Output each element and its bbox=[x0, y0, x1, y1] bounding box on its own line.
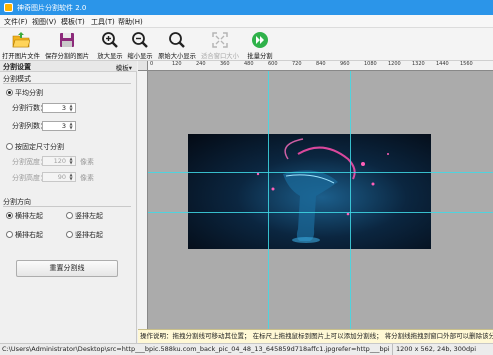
stepper-arrows-icon[interactable]: ▲ ▼ bbox=[68, 104, 74, 112]
dir-h-right-label: 横排右起 bbox=[15, 231, 43, 239]
save-disk-icon bbox=[60, 33, 74, 47]
open-image-label: 打开图片文件 bbox=[2, 53, 40, 60]
loaded-image bbox=[188, 134, 431, 249]
width-value: 120 bbox=[53, 157, 66, 165]
rows-value: 3 bbox=[61, 104, 66, 112]
operation-hint: 操作说明：拖拽分割线可移动其位置； 在标尺上拖拽鼠标到图片上可以添加分割线； 将… bbox=[138, 329, 493, 343]
ruler-tick: 1560 bbox=[460, 61, 473, 67]
title-bar: 神奇图片分割软件 2.0 bbox=[0, 0, 493, 15]
ruler-tick: 720 bbox=[292, 61, 302, 67]
fit-window-button[interactable]: 适合窗口大小 bbox=[200, 30, 240, 60]
ruler-tick: 1080 bbox=[364, 61, 377, 67]
toolbar: 打开图片文件 保存分割的图片 放大显示 缩小显示 原始大小显示 适合窗口大小 批… bbox=[0, 28, 493, 61]
width-unit: 像素 bbox=[80, 158, 94, 166]
dir-v-right-radio[interactable] bbox=[66, 231, 73, 238]
height-value: 90 bbox=[57, 173, 66, 181]
fixed-split-radio[interactable] bbox=[6, 143, 13, 150]
menu-view[interactable]: 视图(V) bbox=[32, 17, 56, 27]
zoom-out-icon bbox=[132, 32, 148, 48]
panel-header: 分割设置 模板▾ bbox=[0, 61, 137, 72]
settings-panel: 分割设置 模板▾ 分割模式 平均分割 分割行数： 3 ▲ ▼ 分割列数： 3 ▲ ▼… bbox=[0, 61, 137, 343]
zoom-out-label: 缩小显示 bbox=[127, 53, 153, 60]
cols-value: 3 bbox=[61, 122, 66, 130]
split-line-horizontal[interactable] bbox=[148, 212, 493, 213]
window-title: 神奇图片分割软件 2.0 bbox=[17, 4, 87, 12]
zoom-out-button[interactable]: 缩小显示 bbox=[125, 30, 155, 60]
ruler-tick: 1320 bbox=[412, 61, 425, 67]
batch-split-label: 批量分割 bbox=[247, 53, 273, 60]
menu-file[interactable]: 文件(F) bbox=[4, 17, 28, 27]
equal-split-label: 平均分割 bbox=[15, 89, 43, 97]
save-split-label: 保存分割的图片 bbox=[44, 53, 90, 60]
stepper-arrows-icon[interactable]: ▲ ▼ bbox=[68, 122, 74, 130]
dir-h-left-radio[interactable] bbox=[6, 212, 13, 219]
fit-window-icon bbox=[212, 32, 228, 48]
template-dropdown[interactable]: 模板▾ bbox=[116, 62, 132, 72]
dir-v-right-label: 竖排右起 bbox=[75, 231, 103, 239]
status-file-path: C:\Users\Administrator\Desktop\src=http_… bbox=[2, 345, 390, 353]
divider bbox=[3, 206, 131, 207]
ruler-corner bbox=[138, 61, 148, 71]
height-stepper[interactable]: 90 ▲ ▼ bbox=[42, 172, 76, 182]
ruler-tick: 960 bbox=[340, 61, 350, 67]
menu-help[interactable]: 帮助(H) bbox=[118, 17, 143, 27]
split-line-vertical[interactable] bbox=[350, 71, 351, 329]
fixed-split-label: 按固定尺寸分割 bbox=[15, 143, 64, 151]
menu-tools[interactable]: 工具(T) bbox=[91, 17, 115, 27]
split-line-vertical[interactable] bbox=[268, 71, 269, 329]
ruler-tick: 120 bbox=[172, 61, 182, 67]
ruler-tick: 840 bbox=[316, 61, 326, 67]
actual-size-label: 原始大小显示 bbox=[158, 53, 196, 60]
stepper-arrows-icon[interactable]: ▲ ▼ bbox=[68, 173, 74, 181]
divider bbox=[3, 83, 131, 84]
ruler-horizontal[interactable]: 0 120 240 360 480 600 720 840 960 1080 1… bbox=[148, 61, 493, 71]
cocktail-glass-image bbox=[256, 138, 389, 243]
ruler-tick: 480 bbox=[244, 61, 254, 67]
batch-split-button[interactable]: 批量分割 bbox=[245, 30, 275, 60]
equal-split-radio[interactable] bbox=[6, 89, 13, 96]
height-unit: 像素 bbox=[80, 174, 94, 182]
ruler-tick: 1200 bbox=[388, 61, 401, 67]
save-split-button[interactable]: 保存分割的图片 bbox=[43, 30, 91, 60]
actual-size-button[interactable]: 原始大小显示 bbox=[157, 30, 197, 60]
stepper-arrows-icon[interactable]: ▲ ▼ bbox=[68, 157, 74, 165]
folder-open-icon bbox=[12, 32, 30, 48]
image-canvas[interactable]: 0 120 240 360 480 600 720 840 960 1080 1… bbox=[138, 61, 493, 329]
dir-h-left-label: 横排左起 bbox=[15, 212, 43, 220]
menu-bar: 文件(F) 视图(V) 模板(T) 工具(T) 帮助(H) bbox=[0, 15, 493, 28]
app-icon bbox=[4, 3, 13, 12]
status-image-info: 1200 x 562, 24b, 300dpi bbox=[392, 344, 476, 355]
split-line-horizontal[interactable] bbox=[148, 172, 493, 173]
ruler-tick: 1440 bbox=[436, 61, 449, 67]
zoom-in-button[interactable]: 放大显示 bbox=[95, 30, 125, 60]
zoom-in-label: 放大显示 bbox=[97, 53, 123, 60]
dir-h-right-radio[interactable] bbox=[6, 231, 13, 238]
dir-v-left-label: 竖排左起 bbox=[75, 212, 103, 220]
panel-title: 分割设置 bbox=[3, 63, 31, 71]
open-image-button[interactable]: 打开图片文件 bbox=[1, 30, 41, 60]
play-forward-icon bbox=[252, 32, 268, 48]
zoom-in-icon bbox=[102, 32, 118, 48]
fit-window-label: 适合窗口大小 bbox=[201, 53, 239, 60]
reset-lines-button[interactable]: 重置分割线 bbox=[16, 260, 118, 277]
dir-v-left-radio[interactable] bbox=[66, 212, 73, 219]
menu-template[interactable]: 模板(T) bbox=[61, 17, 85, 27]
ruler-tick: 600 bbox=[268, 61, 278, 67]
width-stepper[interactable]: 120 ▲ ▼ bbox=[42, 156, 76, 166]
rows-stepper[interactable]: 3 ▲ ▼ bbox=[42, 103, 76, 113]
ruler-tick: 240 bbox=[196, 61, 206, 67]
cols-stepper[interactable]: 3 ▲ ▼ bbox=[42, 121, 76, 131]
ruler-tick: 0 bbox=[150, 61, 154, 67]
ruler-vertical[interactable] bbox=[138, 71, 148, 329]
ruler-tick: 360 bbox=[220, 61, 230, 67]
magnifier-icon bbox=[169, 32, 185, 48]
status-bar: C:\Users\Administrator\Desktop\src=http_… bbox=[0, 343, 493, 355]
